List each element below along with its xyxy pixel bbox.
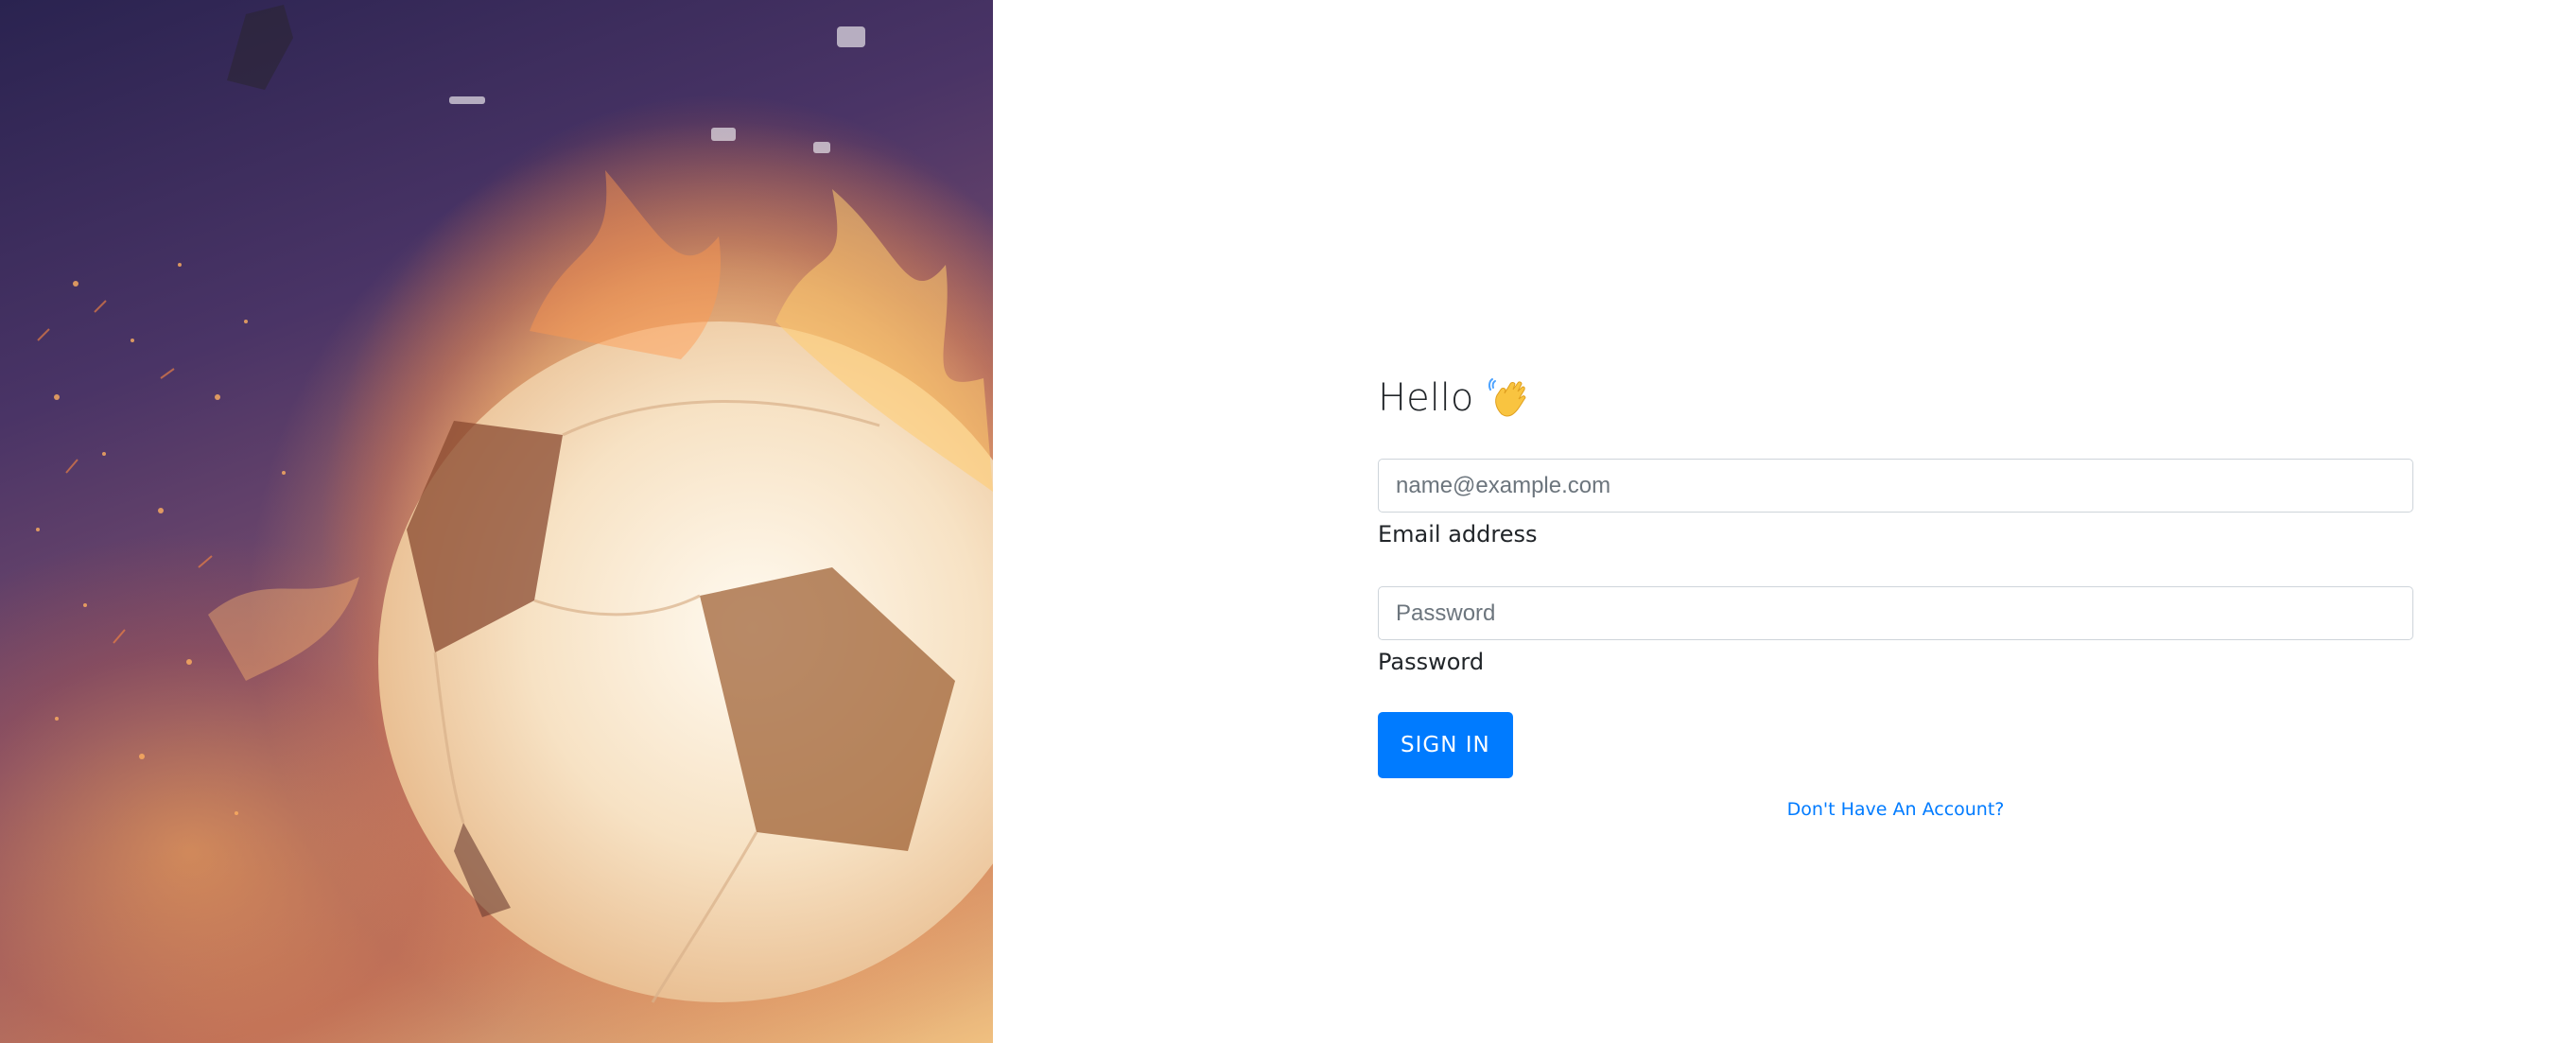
email-label: Email address [1378, 521, 1538, 548]
password-input[interactable] [1378, 586, 2413, 640]
login-form: Hello Email address Password SIGN IN Don… [1378, 374, 2413, 820]
email-input[interactable] [1378, 459, 2413, 513]
sign-in-button[interactable]: SIGN IN [1378, 712, 1513, 778]
greeting-text: Hello [1378, 376, 1474, 420]
greeting-heading: Hello [1378, 374, 2413, 423]
signup-link-row: Don't Have An Account? [1378, 799, 2413, 820]
login-page: Hello Email address Password SIGN IN Don… [0, 0, 2576, 1043]
waving-hand-icon [1488, 378, 1526, 417]
password-label: Password [1378, 649, 1485, 675]
password-group: Password [1378, 586, 2413, 678]
hero-illustration [36, 5, 993, 1003]
signup-link[interactable]: Don't Have An Account? [1787, 799, 2005, 820]
hero-image-soccer-ball-fire [0, 0, 993, 1043]
email-group: Email address [1378, 459, 2413, 550]
